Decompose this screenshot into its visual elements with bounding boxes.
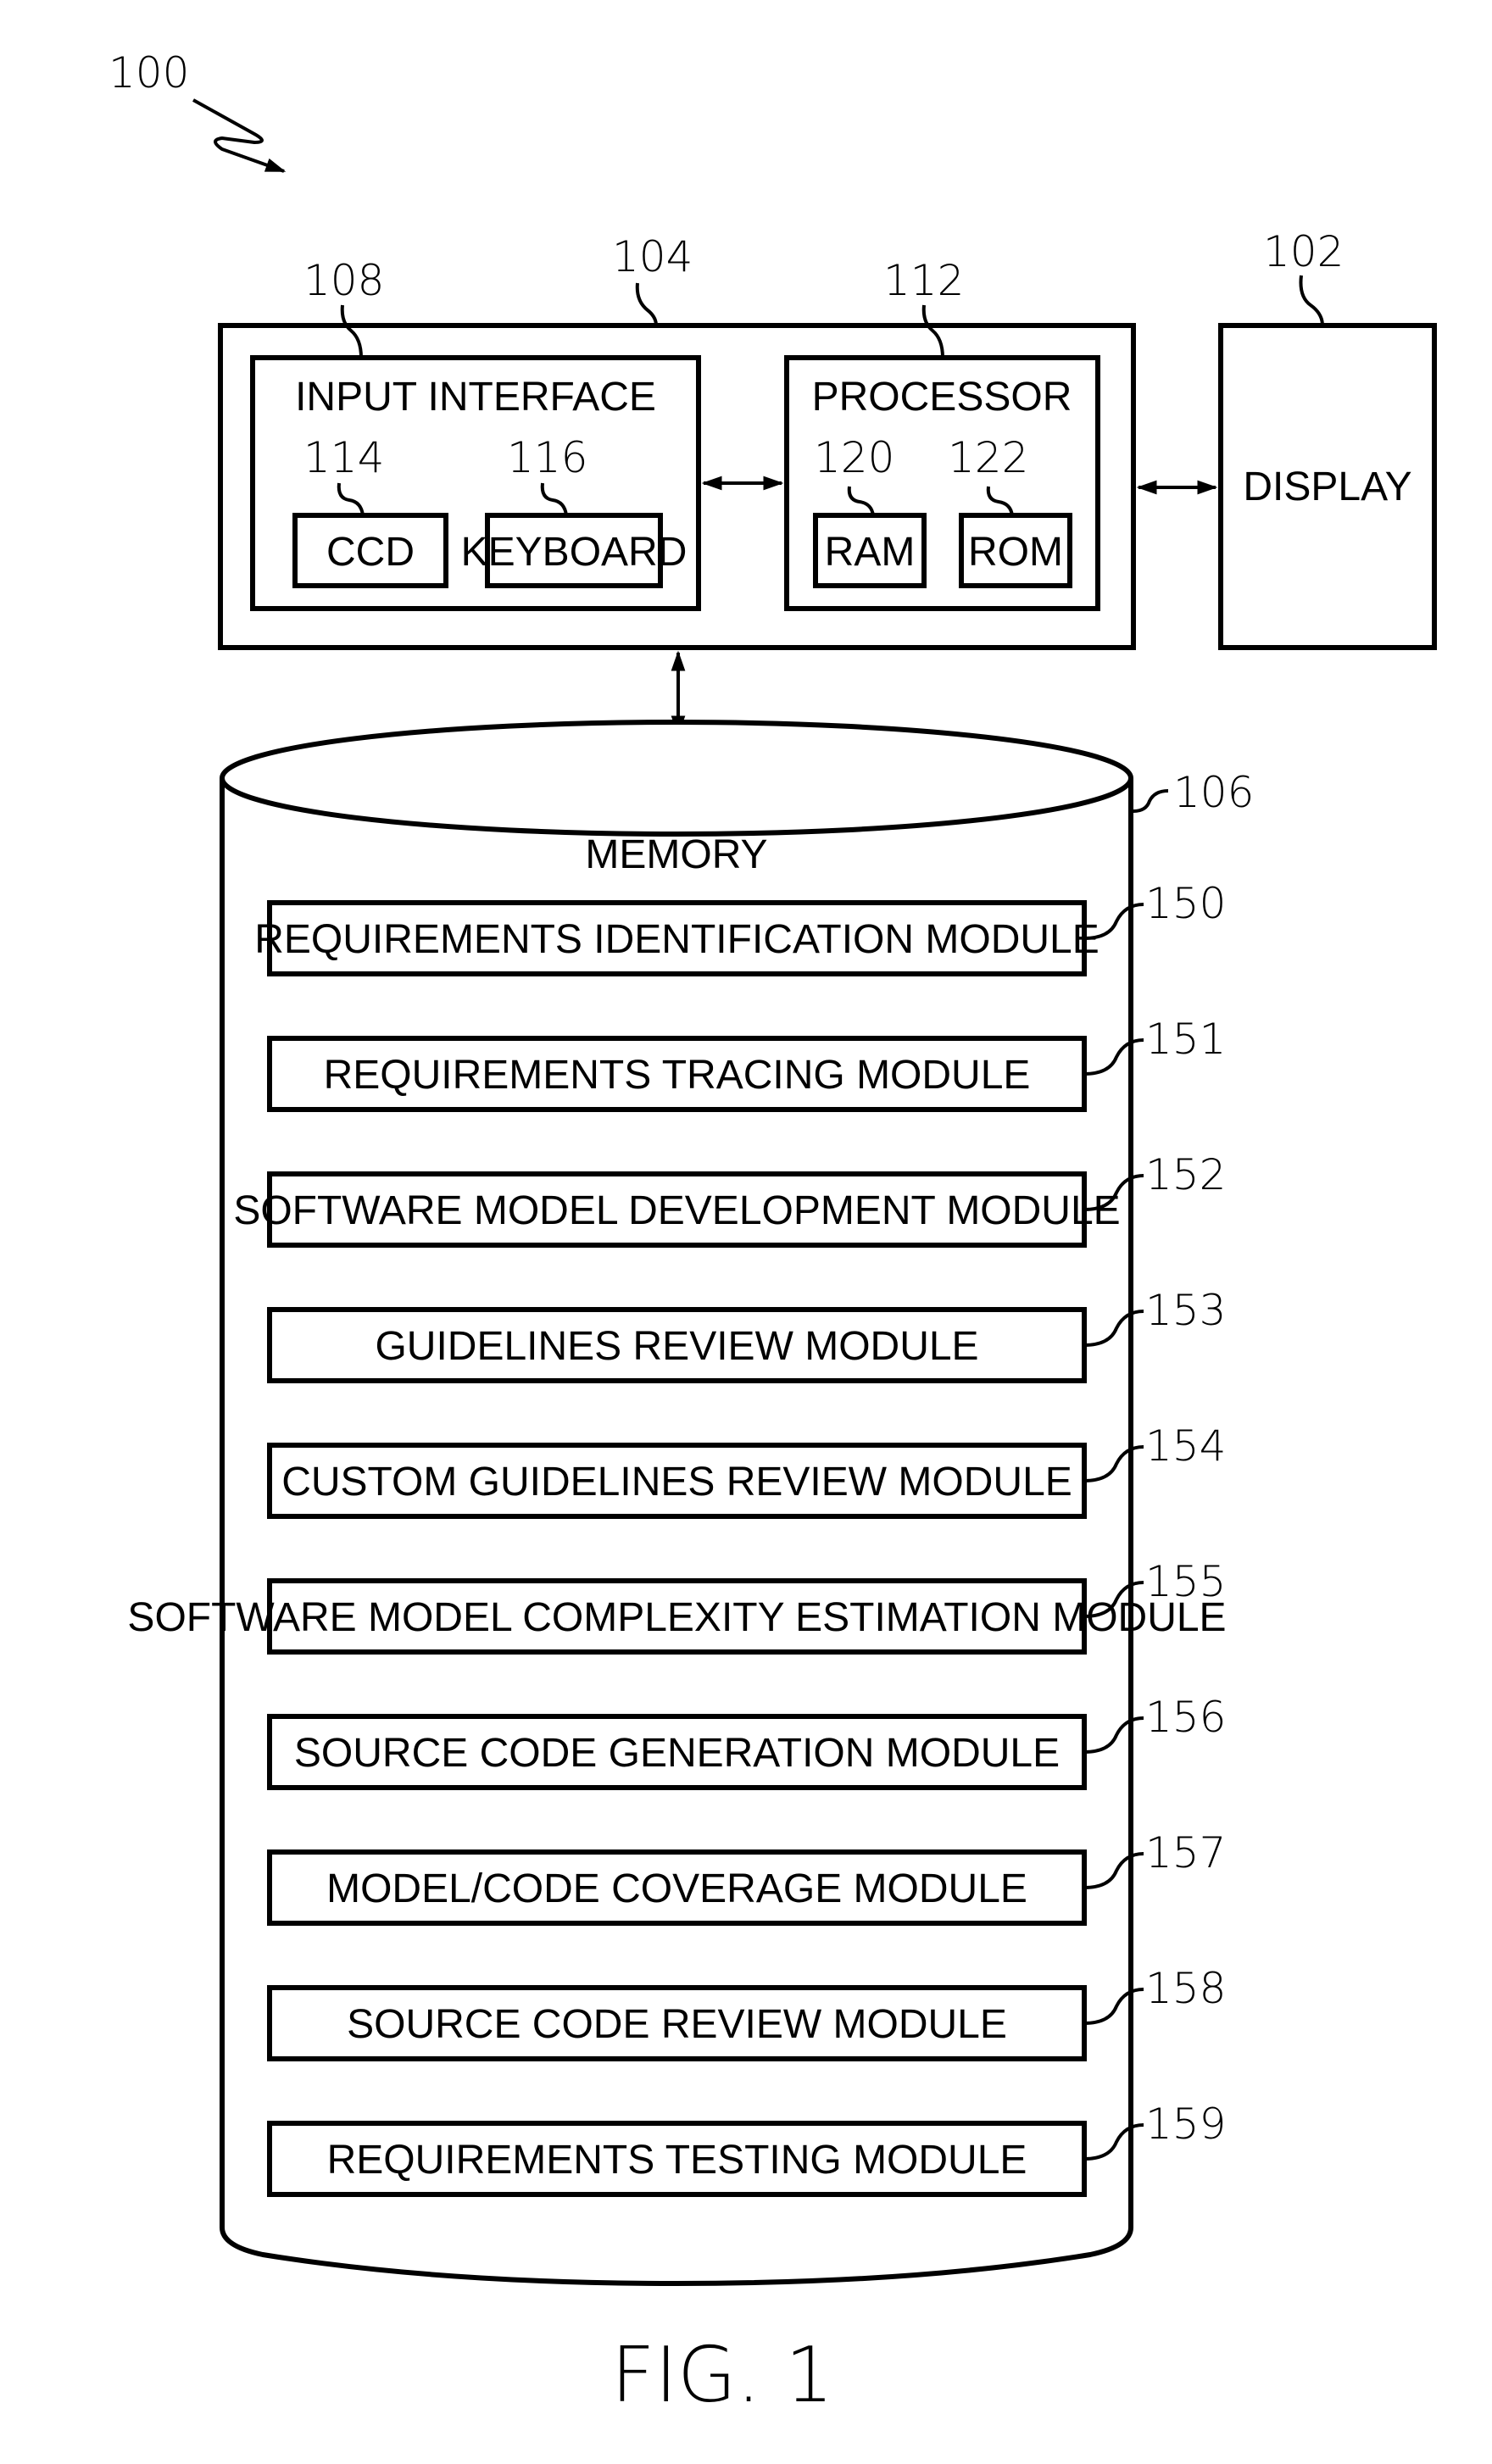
ref-108: 108 [303, 256, 384, 305]
memory-module: GUIDELINES REVIEW MODULE 153 [267, 1286, 1226, 1383]
memory-module-ref-leader [1083, 1038, 1144, 1076]
ref-108-leader [340, 304, 363, 359]
keyboard-label: KEYBOARD [461, 530, 688, 575]
memory-module-label: SOURCE CODE GENERATION MODULE [294, 1731, 1060, 1776]
memory-module-ref-leader [1083, 1852, 1144, 1889]
ref-106-leader [1133, 789, 1169, 813]
memory-module: REQUIREMENTS IDENTIFICATION MODULE 150 [254, 879, 1226, 976]
memory-module: CUSTOM GUIDELINES REVIEW MODULE 154 [267, 1421, 1226, 1519]
memory-module-label: CUSTOM GUIDELINES REVIEW MODULE [281, 1460, 1072, 1505]
memory-module-label: REQUIREMENTS TESTING MODULE [327, 2138, 1027, 2183]
memory-module-label: REQUIREMENTS IDENTIFICATION MODULE [254, 917, 1100, 962]
ref-104: 104 [612, 232, 693, 281]
memory-module-ref: 159 [1145, 2100, 1226, 2149]
memory-module-ref: 151 [1145, 1015, 1226, 1064]
memory-module-list: REQUIREMENTS IDENTIFICATION MODULE150REQ… [127, 879, 1227, 2197]
memory-module-ref: 152 [1145, 1150, 1226, 1199]
memory-module: REQUIREMENTS TESTING MODULE 159 [267, 2100, 1226, 2197]
ref-102-leader [1299, 275, 1324, 326]
memory-module: SOFTWARE MODEL COMPLEXITY ESTIMATION MOD… [127, 1557, 1227, 1655]
ref-112-leader [921, 304, 944, 359]
memory-module-ref-leader [1083, 2123, 1144, 2161]
figure-label: FIG. 1 [611, 2331, 834, 2420]
memory-module-label: GUIDELINES REVIEW MODULE [375, 1324, 978, 1369]
memory-module-label: MODEL/CODE COVERAGE MODULE [326, 1866, 1027, 1911]
memory-module-ref-leader [1083, 1445, 1144, 1482]
memory-module-ref: 155 [1145, 1557, 1226, 1606]
ref-104-leader [635, 282, 658, 326]
ref-122: 122 [948, 433, 1028, 482]
ref-112: 112 [883, 256, 964, 305]
memory-label: MEMORY [585, 832, 767, 877]
ccd-label: CCD [326, 530, 415, 575]
ref-100: 100 [109, 48, 189, 97]
ref-100-leader-arrow [192, 98, 287, 173]
memory-module-ref: 157 [1145, 1828, 1226, 1877]
processor-label: PROCESSOR [812, 375, 1072, 420]
ref-114-leader [337, 482, 365, 516]
ref-102: 102 [1263, 227, 1344, 276]
memory-module-ref: 154 [1145, 1421, 1226, 1471]
memory-module: SOURCE CODE GENERATION MODULE 156 [267, 1693, 1226, 1790]
memory-module-ref-leader [1083, 1716, 1144, 1754]
memory-module-label: SOFTWARE MODEL DEVELOPMENT MODULE [233, 1188, 1120, 1233]
memory-module: REQUIREMENTS TRACING MODULE 151 [267, 1015, 1226, 1112]
ref-122-leader [986, 486, 1014, 516]
memory-module: MODEL/CODE COVERAGE MODULE 157 [267, 1828, 1226, 1926]
memory-module: SOFTWARE MODEL DEVELOPMENT MODULE 152 [233, 1150, 1226, 1248]
memory-module: SOURCE CODE REVIEW MODULE 158 [267, 1964, 1226, 2061]
ref-116: 116 [507, 433, 587, 482]
memory-module-ref: 156 [1145, 1693, 1226, 1742]
computer-box [218, 323, 1136, 650]
memory-module-ref-leader [1083, 1988, 1144, 2025]
input-interface-label: INPUT INTERFACE [295, 375, 656, 420]
memory-module-label: SOURCE CODE REVIEW MODULE [347, 2002, 1007, 2047]
memory-module-ref: 150 [1145, 879, 1226, 928]
display-label: DISPLAY [1243, 464, 1411, 509]
ref-120-leader [847, 486, 875, 516]
memory-module-ref: 153 [1145, 1286, 1226, 1335]
memory-module-ref-leader [1083, 1310, 1144, 1347]
patent-diagram: 100 104 INPUT INTERFACE 108 CCD 114 KEYB… [109, 48, 1437, 2420]
ref-114: 114 [303, 433, 384, 482]
ref-120: 120 [814, 433, 894, 482]
ram-label: RAM [825, 530, 916, 575]
ref-116-leader [540, 482, 568, 516]
memory-module-label: SOFTWARE MODEL COMPLEXITY ESTIMATION MOD… [127, 1595, 1226, 1640]
memory-module-label: REQUIREMENTS TRACING MODULE [324, 1053, 1031, 1098]
memory-module-ref: 158 [1145, 1964, 1226, 2013]
rom-label: ROM [968, 530, 1063, 575]
ref-106: 106 [1173, 768, 1254, 817]
